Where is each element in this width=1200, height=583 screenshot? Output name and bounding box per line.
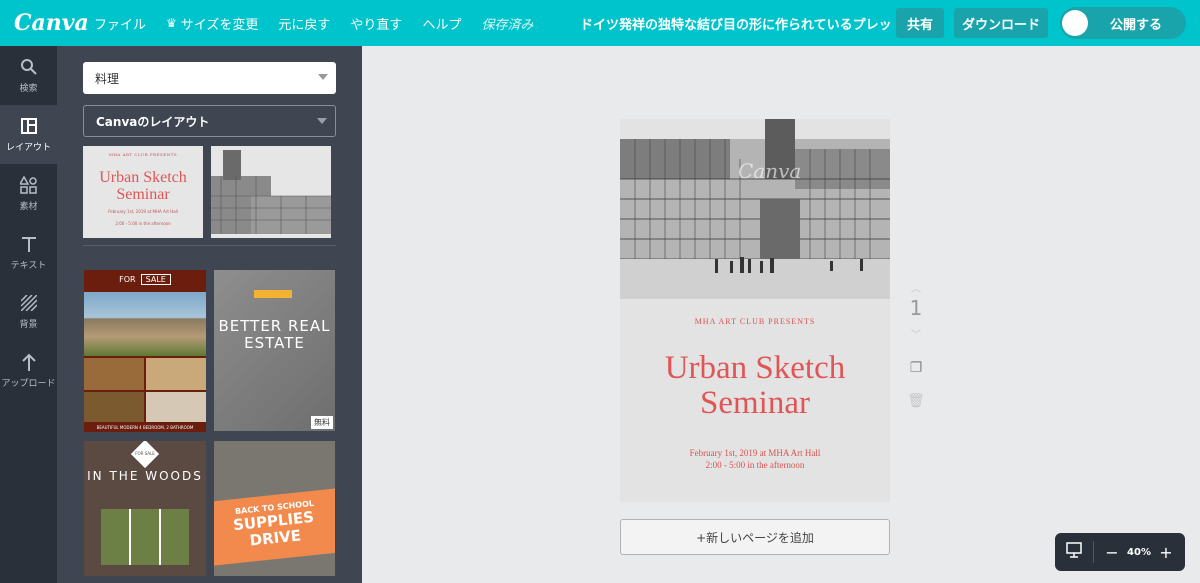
- rail-label: 検索: [19, 83, 38, 94]
- template-thumb-for-sale[interactable]: FOR SALE BEAUTIFUL MODERN 4 BEDROOM, 2 BA…: [84, 270, 206, 432]
- interior-photo: [84, 358, 144, 390]
- text-icon: [21, 235, 37, 253]
- panel-divider: [83, 245, 336, 246]
- share-button[interactable]: 共有: [896, 8, 944, 38]
- move-up-icon[interactable]: ︿: [902, 280, 930, 295]
- layout-select[interactable]: Canvaのレイアウト: [83, 105, 336, 137]
- thumb-subtitle: MHA ART CLUB PRESENTS: [108, 152, 178, 157]
- interior-photo: [146, 392, 206, 422]
- layout-select-value: Canvaのレイアウト: [96, 114, 210, 129]
- event-time[interactable]: 2:00 - 5:00 in the afternoon: [620, 460, 890, 470]
- document-title[interactable]: ドイツ発祥の独特な結び目の形に作られているプレッツ...: [580, 14, 890, 33]
- chevron-down-icon: [318, 74, 328, 80]
- rail-item-upload[interactable]: アップロード: [0, 341, 57, 400]
- page-subtitle[interactable]: MHA ART CLUB PRESENTS: [620, 317, 890, 326]
- rail-item-search[interactable]: 検索: [0, 46, 57, 105]
- template-thumb-building-sketch[interactable]: [211, 146, 331, 238]
- search-select[interactable]: 料理: [83, 62, 336, 94]
- menu-help[interactable]: ヘルプ: [422, 14, 461, 33]
- delete-page-icon[interactable]: 🗑: [902, 393, 930, 409]
- zoom-in-button[interactable]: +: [1154, 543, 1178, 562]
- layout-icon: [20, 117, 37, 135]
- upload-icon: [21, 353, 37, 371]
- photo-grid: [101, 509, 189, 565]
- page-title[interactable]: Urban Sketch Seminar: [620, 351, 890, 421]
- toggle-knob: [1062, 10, 1088, 36]
- top-menu: ファイル ♛ サイズを変更 元に戻す やり直す ヘルプ 保存済み: [94, 0, 553, 46]
- chevron-down-icon: [317, 118, 327, 124]
- thumb-title: Urban Sketch Seminar: [99, 169, 187, 203]
- thumb-tag: FOR SALE: [135, 451, 155, 456]
- publish-label: 公開する: [1110, 17, 1163, 33]
- template-thumb-real-estate[interactable]: BETTER REAL ESTATE 無料: [214, 270, 335, 431]
- interior-photo: [84, 392, 144, 422]
- zoom-control: − 40% +: [1055, 533, 1185, 571]
- side-rail: 検索 レイアウト 素材 テキスト 背景 アップロード: [0, 46, 57, 583]
- thumb-title: BETTER REAL ESTATE: [218, 317, 331, 352]
- background-icon: [20, 294, 37, 312]
- thumb-tag: [254, 290, 292, 298]
- zoom-level: 40%: [1127, 546, 1151, 558]
- thumb-line2: 2:00 - 5:00 in the afternoon: [115, 221, 171, 226]
- rail-label: 素材: [19, 201, 38, 212]
- template-thumb-school-supplies[interactable]: BACK TO SCHOOL SUPPLIES DRIVE: [214, 441, 335, 576]
- for-label: FOR: [119, 275, 136, 284]
- zoom-out-button[interactable]: −: [1100, 543, 1124, 562]
- menu-resize[interactable]: ♛ サイズを変更: [166, 14, 258, 33]
- menu-undo[interactable]: 元に戻す: [278, 14, 330, 33]
- menu-redo[interactable]: やり直す: [350, 14, 402, 33]
- building-sketch-image: [211, 146, 331, 238]
- rail-item-text[interactable]: テキスト: [0, 223, 57, 282]
- title-line2: Seminar: [700, 385, 810, 421]
- canva-logo[interactable]: Canva: [14, 10, 89, 36]
- free-badge: 無料: [311, 416, 333, 429]
- top-bar: Canva ファイル ♛ サイズを変更 元に戻す やり直す ヘルプ 保存済み ド…: [0, 0, 1200, 46]
- move-down-icon[interactable]: ﹀: [902, 326, 930, 341]
- search-value: 料理: [95, 71, 120, 86]
- zoom-separator: [1093, 541, 1094, 563]
- template-panel: 料理 Canvaのレイアウト MHA ART CLUB PRESENTS Urb…: [57, 46, 362, 583]
- template-thumb-urban-sketch[interactable]: MHA ART CLUB PRESENTS Urban Sketch Semin…: [83, 146, 203, 238]
- rail-item-background[interactable]: 背景: [0, 282, 57, 341]
- sale-tag: SALE: [140, 274, 171, 285]
- download-button[interactable]: ダウンロード: [954, 8, 1048, 38]
- building-sketch-image: [620, 119, 890, 299]
- thumb-line1: February 1st, 2019 at MHA Art Hall: [108, 209, 178, 214]
- crown-icon: ♛: [166, 16, 177, 30]
- title-line1: Urban Sketch: [664, 350, 846, 386]
- present-icon[interactable]: [1055, 542, 1093, 562]
- house-photo: [84, 292, 206, 356]
- rail-label: 背景: [19, 319, 38, 330]
- thumb-footer: BEAUTIFUL MODERN 4 BEDROOM, 2 BATHROOM: [96, 425, 194, 430]
- for-sale-header: FOR SALE: [84, 274, 206, 285]
- elements-icon: [19, 175, 38, 194]
- interior-photo: [146, 358, 206, 390]
- page-number: 1: [909, 296, 923, 320]
- saved-status: 保存済み: [481, 17, 534, 33]
- rail-label: テキスト: [10, 260, 47, 271]
- menu-resize-label: サイズを変更: [180, 17, 259, 33]
- rail-label: レイアウト: [5, 142, 51, 153]
- duplicate-page-icon[interactable]: ❐: [902, 360, 930, 376]
- publish-toggle[interactable]: 公開する: [1060, 7, 1186, 39]
- rail-item-elements[interactable]: 素材: [0, 164, 57, 223]
- canva-watermark: Canva: [738, 159, 802, 183]
- search-icon: [20, 58, 38, 76]
- template-thumb-woods[interactable]: FOR SALE IN THE WOODS: [84, 441, 206, 576]
- add-page-button[interactable]: +新しいページを追加: [620, 519, 890, 555]
- rail-label: アップロード: [1, 378, 56, 389]
- design-page[interactable]: Canva MHA ART CLUB PRESENTS Urban Sketch…: [620, 119, 890, 502]
- menu-file[interactable]: ファイル: [94, 14, 146, 33]
- rail-item-layout[interactable]: レイアウト: [0, 105, 57, 164]
- event-date[interactable]: February 1st, 2019 at MHA Art Hall: [620, 448, 890, 458]
- thumb-title: IN THE WOODS: [87, 469, 203, 483]
